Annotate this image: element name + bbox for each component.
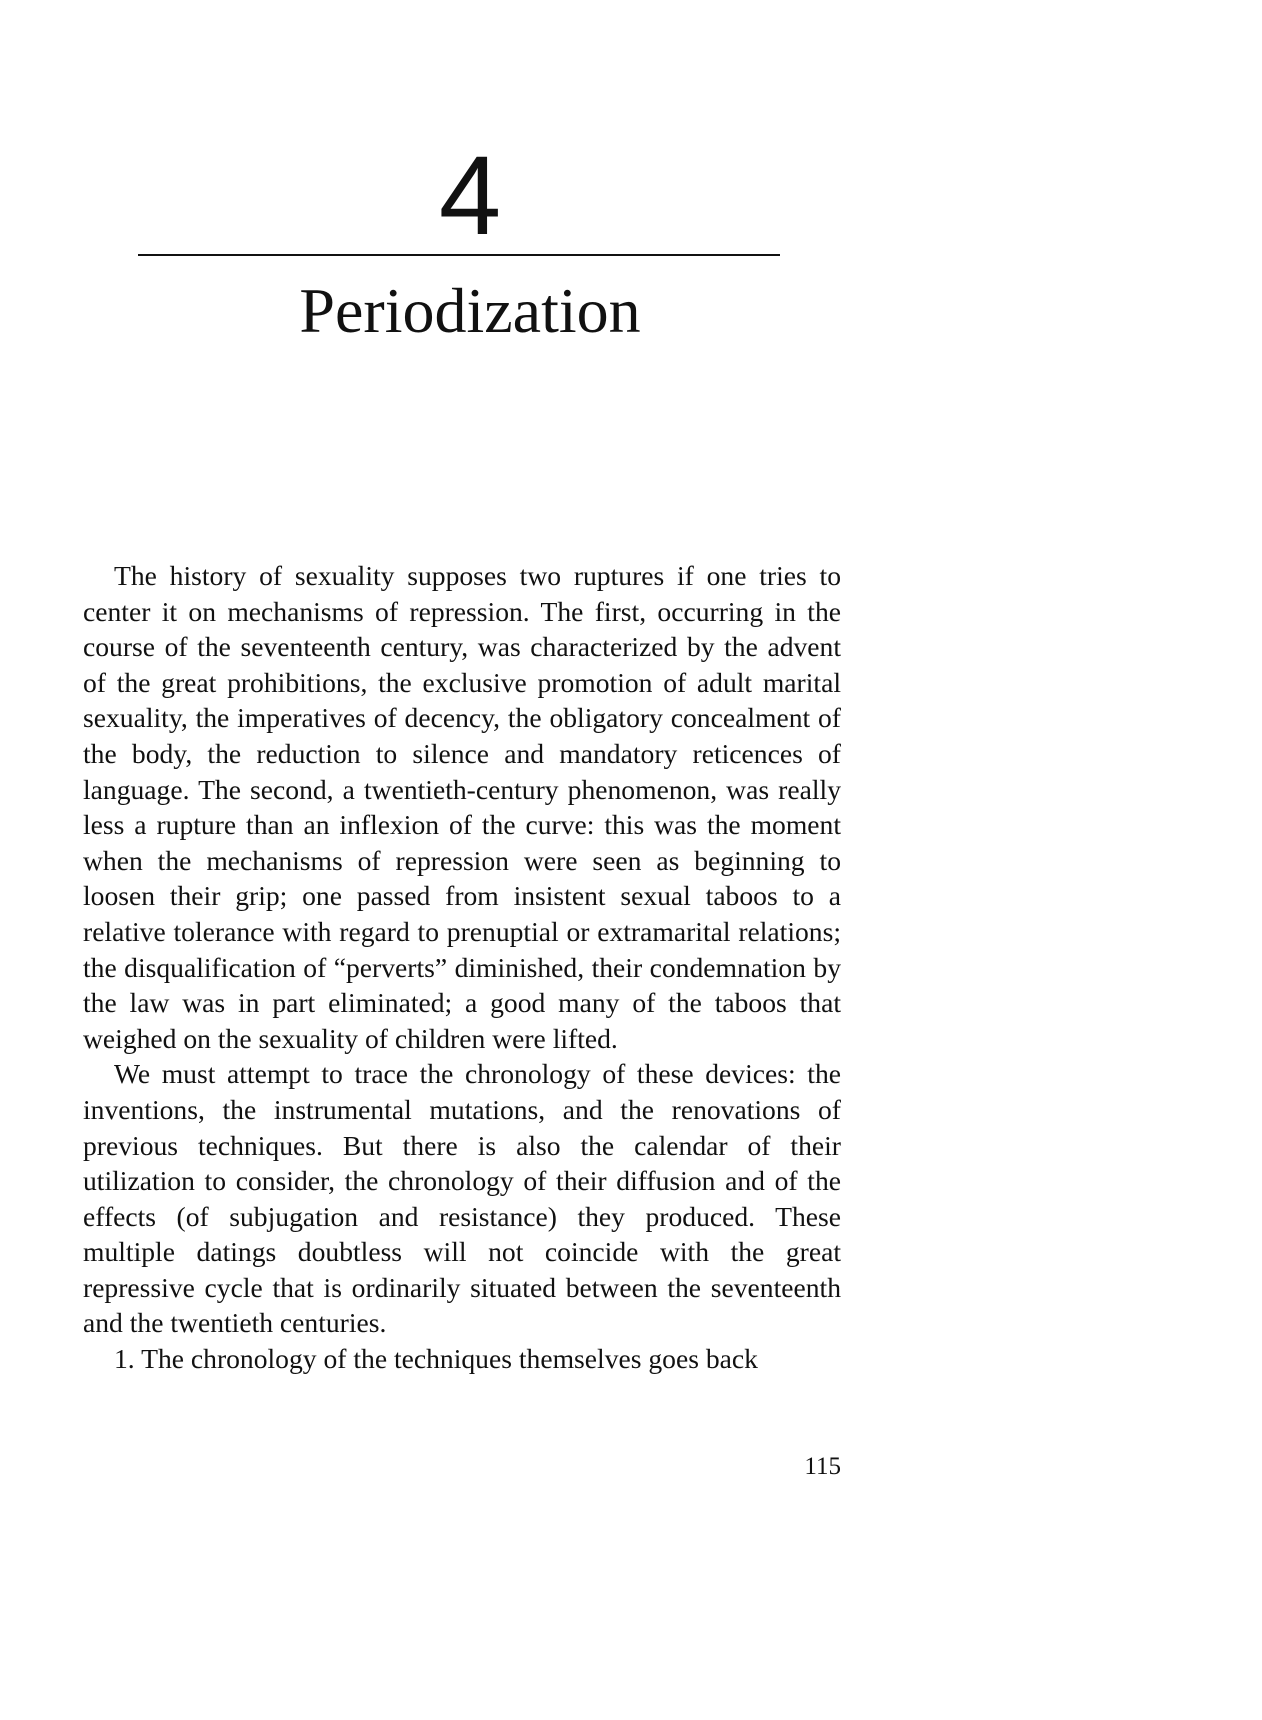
page-number: 115 [804, 1453, 841, 1480]
paragraph: The history of sexuality supposes two ru… [83, 560, 841, 1054]
chapter-number: 4 [438, 133, 502, 258]
paragraph: 1. The chronology of the techniques them… [114, 1343, 758, 1375]
paragraph: We must attempt to trace the chronology … [83, 1058, 841, 1339]
chapter-title: Periodization [299, 275, 641, 346]
chapter-rule [138, 254, 780, 256]
body-text: The history of sexuality supposes two ru… [83, 558, 841, 1377]
